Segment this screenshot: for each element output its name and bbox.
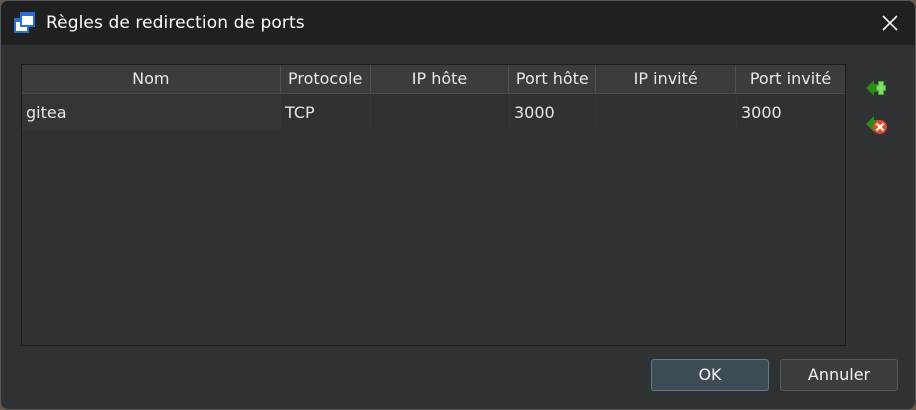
close-button[interactable]	[865, 1, 915, 45]
cell-protocole[interactable]: TCP	[281, 94, 371, 131]
ok-button[interactable]: OK	[651, 359, 769, 391]
cell-nom[interactable]: gitea	[22, 94, 281, 131]
window-title: Règles de redirection de ports	[46, 13, 305, 33]
cell-ip-hote[interactable]	[371, 94, 510, 131]
remove-rule-icon	[866, 116, 887, 134]
cell-port-invite[interactable]: 3000	[737, 94, 845, 131]
app-window-icon	[14, 12, 36, 34]
table-header: Nom Protocole IP hôte Port hôte IP invit…	[22, 65, 845, 94]
column-header-port-invite[interactable]: Port invité	[736, 65, 845, 93]
close-icon	[882, 15, 898, 31]
column-header-nom[interactable]: Nom	[22, 65, 281, 93]
column-header-ip-invite[interactable]: IP invité	[596, 65, 737, 93]
column-header-port-hote[interactable]: Port hôte	[509, 65, 597, 93]
cancel-button[interactable]: Annuler	[780, 359, 898, 391]
port-forwarding-dialog: Règles de redirection de ports Nom Proto…	[0, 0, 916, 410]
column-header-ip-hote[interactable]: IP hôte	[371, 65, 510, 93]
add-rule-button[interactable]	[863, 75, 889, 101]
cell-port-hote[interactable]: 3000	[510, 94, 597, 131]
column-header-protocole[interactable]: Protocole	[281, 65, 371, 93]
port-rules-table[interactable]: Nom Protocole IP hôte Port hôte IP invit…	[21, 64, 846, 346]
title-bar[interactable]: Règles de redirection de ports	[1, 1, 915, 45]
cell-ip-invite[interactable]	[597, 94, 737, 131]
table-row[interactable]: gitea TCP 3000 3000	[22, 94, 845, 131]
remove-rule-button[interactable]	[863, 111, 889, 137]
add-rule-icon	[866, 80, 886, 96]
